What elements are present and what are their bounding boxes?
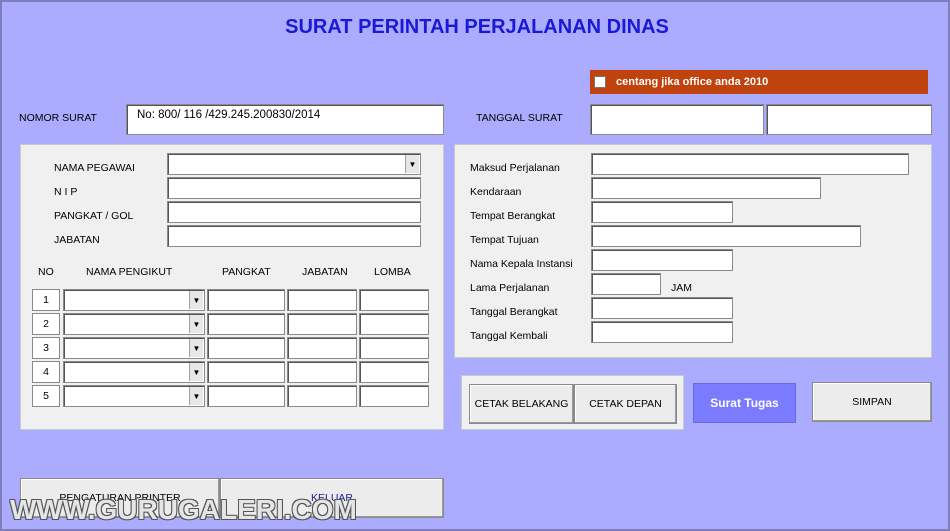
tanggal-berangkat-label: Tanggal Berangkat — [470, 306, 558, 318]
jabatan-cell[interactable] — [287, 337, 357, 359]
pangkat-cell[interactable] — [207, 385, 285, 407]
tanggal-kembali-input[interactable] — [591, 321, 733, 343]
maksud-perjalanan-label: Maksud Perjalanan — [470, 162, 560, 174]
nama-pengikut-select[interactable]: ▼ — [63, 289, 205, 311]
pangkat-gol-input[interactable] — [167, 201, 421, 223]
office-2010-checkbox-label: centang jika office anda 2010 — [616, 76, 769, 88]
nama-pengikut-select[interactable]: ▼ — [63, 385, 205, 407]
simpan-button[interactable]: SIMPAN — [812, 382, 932, 422]
col-header-nama-pengikut: NAMA PENGIKUT — [86, 266, 173, 278]
form-title: SURAT PERINTAH PERJALANAN DINAS — [285, 16, 669, 38]
kendaraan-input[interactable] — [591, 177, 821, 199]
nama-kepala-instansi-label: Nama Kepala Instansi — [470, 258, 573, 270]
nip-input[interactable] — [167, 177, 421, 199]
jabatan-cell[interactable] — [287, 361, 357, 383]
nip-label: N I P — [54, 186, 78, 198]
lomba-cell[interactable] — [359, 385, 429, 407]
nomor-surat-input[interactable]: No: 800/ 116 /429.245.200830/2014 — [126, 104, 444, 135]
tempat-berangkat-input[interactable] — [591, 201, 733, 223]
row-number: 4 — [32, 361, 60, 383]
row-number: 5 — [32, 385, 60, 407]
tempat-tujuan-input[interactable] — [591, 225, 861, 247]
checkbox-box[interactable] — [594, 76, 606, 88]
kendaraan-label: Kendaraan — [470, 186, 522, 198]
row-number: 3 — [32, 337, 60, 359]
chevron-down-icon[interactable]: ▼ — [189, 339, 203, 357]
nama-pengikut-select[interactable]: ▼ — [63, 361, 205, 383]
col-header-no: NO — [38, 266, 54, 278]
jabatan-input[interactable] — [167, 225, 421, 247]
row-number: 1 — [32, 289, 60, 311]
col-header-jabatan: JABATAN — [302, 266, 348, 278]
pangkat-cell[interactable] — [207, 313, 285, 335]
nama-pengikut-select[interactable]: ▼ — [63, 313, 205, 335]
office-2010-checkbox[interactable]: centang jika office anda 2010 — [590, 70, 928, 94]
nomor-surat-label: NOMOR SURAT — [19, 112, 97, 124]
tempat-tujuan-label: Tempat Tujuan — [470, 234, 539, 246]
chevron-down-icon[interactable]: ▼ — [189, 387, 203, 405]
jabatan-label: JABATAN — [54, 234, 100, 246]
nama-kepala-instansi-input[interactable] — [591, 249, 733, 271]
cetak-belakang-button[interactable]: CETAK BELAKANG — [469, 384, 574, 424]
lama-perjalanan-input[interactable] — [591, 273, 661, 295]
chevron-down-icon[interactable]: ▼ — [405, 155, 419, 173]
cetak-depan-button[interactable]: CETAK DEPAN — [574, 384, 677, 424]
chevron-down-icon[interactable]: ▼ — [189, 291, 203, 309]
col-header-lomba: LOMBA — [374, 266, 411, 278]
tanggal-surat-label: TANGGAL SURAT — [476, 112, 563, 124]
jam-label: JAM — [671, 282, 692, 294]
lomba-cell[interactable] — [359, 313, 429, 335]
jabatan-cell[interactable] — [287, 385, 357, 407]
lama-perjalanan-label: Lama Perjalanan — [470, 282, 550, 294]
col-header-pangkat: PANGKAT — [222, 266, 271, 278]
maksud-perjalanan-input[interactable] — [591, 153, 909, 175]
lomba-cell[interactable] — [359, 361, 429, 383]
pangkat-cell[interactable] — [207, 289, 285, 311]
tanggal-surat-input-2[interactable] — [766, 104, 932, 135]
tanggal-kembali-label: Tanggal Kembali — [470, 330, 548, 342]
nama-pegawai-select[interactable]: ▼ — [167, 153, 421, 175]
lomba-cell[interactable] — [359, 337, 429, 359]
tanggal-berangkat-input[interactable] — [591, 297, 733, 319]
row-number: 2 — [32, 313, 60, 335]
chevron-down-icon[interactable]: ▼ — [189, 363, 203, 381]
tanggal-surat-input-1[interactable] — [590, 104, 764, 135]
surat-tugas-button[interactable]: Surat Tugas — [693, 383, 796, 423]
nama-pegawai-label: NAMA PEGAWAI — [54, 162, 135, 174]
jabatan-cell[interactable] — [287, 289, 357, 311]
nama-pengikut-select[interactable]: ▼ — [63, 337, 205, 359]
pangkat-cell[interactable] — [207, 337, 285, 359]
pangkat-cell[interactable] — [207, 361, 285, 383]
jabatan-cell[interactable] — [287, 313, 357, 335]
chevron-down-icon[interactable]: ▼ — [189, 315, 203, 333]
pangkat-gol-label: PANGKAT / GOL — [54, 210, 134, 222]
tempat-berangkat-label: Tempat Berangkat — [470, 210, 556, 222]
watermark-text: WWW.GURUGALERI.COM — [10, 494, 357, 525]
lomba-cell[interactable] — [359, 289, 429, 311]
